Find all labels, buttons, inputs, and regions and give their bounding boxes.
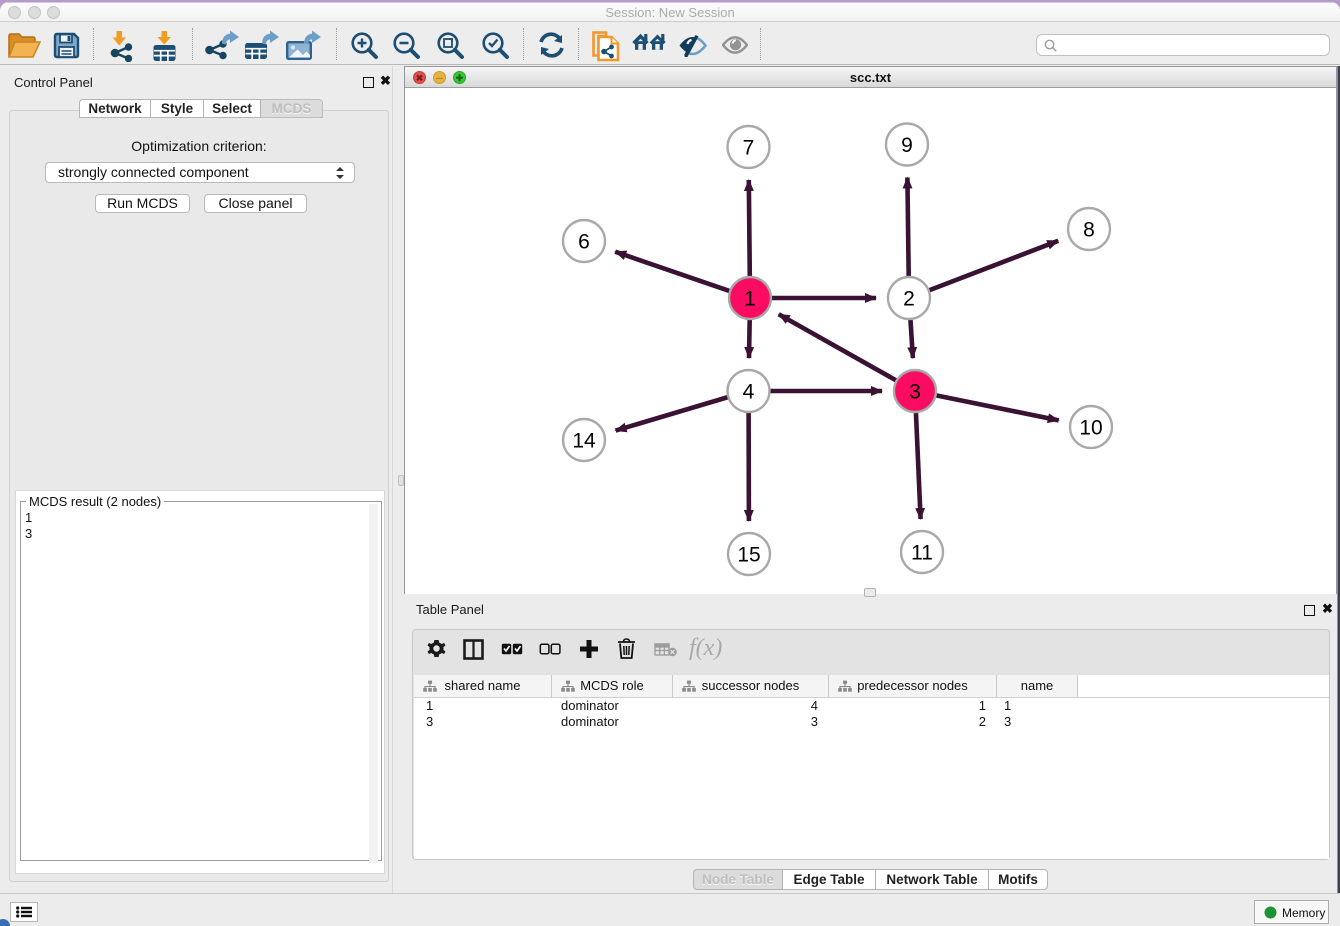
svg-text:8: 8	[1083, 218, 1095, 241]
svg-text:1: 1	[744, 287, 756, 310]
svg-text:7: 7	[743, 136, 755, 159]
svg-text:3: 3	[909, 380, 921, 403]
svg-text:4: 4	[743, 380, 755, 403]
svg-text:2: 2	[903, 287, 915, 310]
svg-text:14: 14	[572, 429, 596, 452]
svg-text:11: 11	[911, 541, 933, 564]
svg-text:9: 9	[901, 134, 913, 157]
svg-text:6: 6	[578, 230, 590, 253]
svg-text:10: 10	[1079, 416, 1102, 439]
svg-text:15: 15	[737, 543, 760, 566]
